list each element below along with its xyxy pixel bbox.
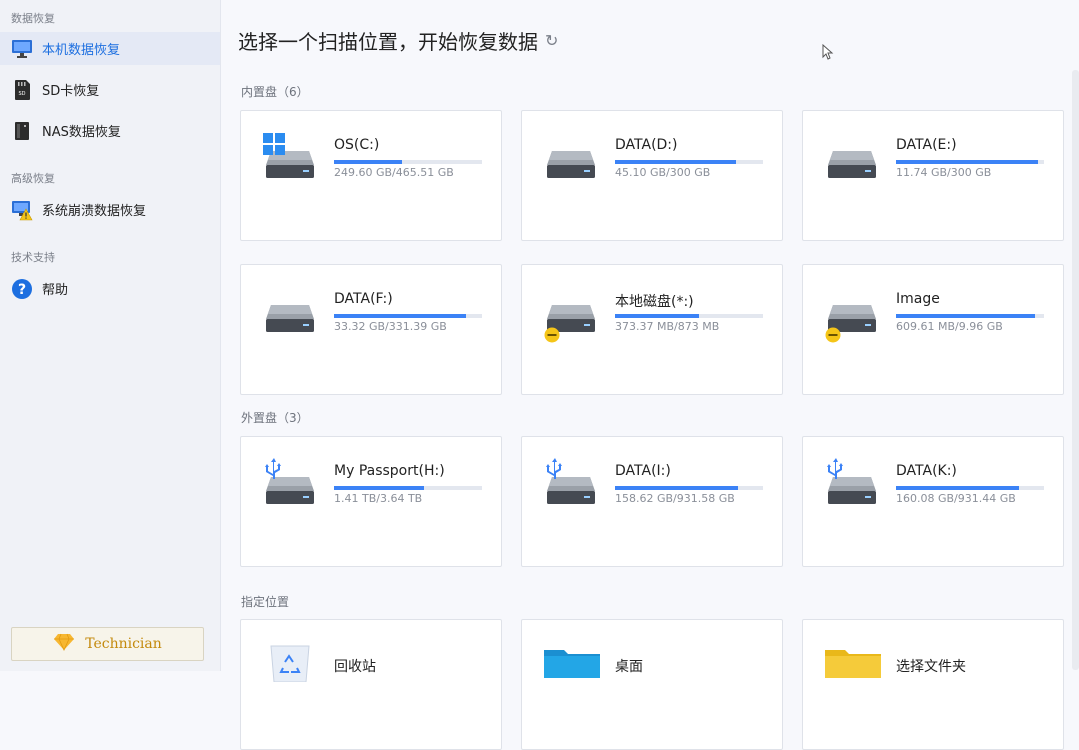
warning-badge-icon [825, 327, 841, 347]
usage-bar-fill [615, 160, 737, 164]
drive-card[interactable]: DATA(E:) 11.74 GB/300 GB [802, 110, 1064, 241]
sidebar-item-label: 帮助 [42, 283, 69, 298]
sidebar-item-crash-recovery[interactable]: 系统崩溃数据恢复 [0, 193, 220, 226]
drive-name: 本地磁盘(*:) [615, 294, 694, 310]
usage-bar [334, 314, 482, 318]
sidebar-item-label: SD卡恢复 [42, 84, 100, 99]
sidebar: 数据恢复 本机数据恢复 SD SD卡恢复 NAS数据恢复 高级恢复 系统崩溃数据… [0, 0, 221, 671]
hard-disk-icon [827, 149, 877, 183]
drive-card[interactable]: OS(C:) 249.60 GB/465.51 GB [240, 110, 502, 241]
usage-bar-fill [615, 314, 700, 318]
usage-bar [896, 160, 1044, 164]
scrollbar[interactable] [1072, 70, 1079, 670]
monitor-icon [11, 38, 33, 60]
drive-size: 373.37 MB/873 MB [615, 320, 720, 333]
sidebar-item-sd-recovery[interactable]: SD SD卡恢复 [0, 73, 220, 106]
drive-name: DATA(I:) [615, 463, 671, 479]
drive-name: DATA(K:) [896, 463, 957, 479]
usage-bar-fill [334, 160, 403, 164]
drive-name: My Passport(H:) [334, 463, 445, 479]
usage-bar-fill [896, 486, 1019, 490]
drive-card[interactable]: Image 609.61 MB/9.96 GB [802, 264, 1064, 395]
drive-card[interactable]: My Passport(H:) 1.41 TB/3.64 TB [240, 436, 502, 567]
usage-bar [896, 486, 1044, 490]
diamond-icon [53, 633, 75, 655]
location-name: 回收站 [334, 659, 376, 675]
section-label-data-recovery: 数据恢复 [11, 12, 55, 25]
section-label-advanced-recovery: 高级恢复 [11, 172, 55, 185]
nas-icon [11, 120, 33, 142]
usage-bar-fill [896, 160, 1039, 164]
usage-bar [615, 486, 763, 490]
location-card-recycle-bin[interactable]: 回收站 [240, 619, 502, 750]
drive-card[interactable]: DATA(D:) 45.10 GB/300 GB [521, 110, 783, 241]
drive-size: 158.62 GB/931.58 GB [615, 492, 735, 505]
sidebar-item-label: 本机数据恢复 [42, 43, 121, 58]
mouse-cursor-icon [822, 44, 834, 60]
group-label-external: 外置盘（3） [241, 411, 309, 425]
drive-name: DATA(D:) [615, 137, 678, 153]
location-card-select-folder[interactable]: 选择文件夹 [802, 619, 1064, 750]
page-title: 选择一个扫描位置，开始恢复数据 [238, 30, 538, 54]
page-title-row: 选择一个扫描位置，开始恢复数据 ↻ [238, 26, 558, 55]
drive-name: Image [896, 291, 940, 307]
section-label-tech-support: 技术支持 [11, 251, 55, 264]
drive-size: 160.08 GB/931.44 GB [896, 492, 1016, 505]
hard-disk-icon [546, 149, 596, 183]
sidebar-item-help[interactable]: ? 帮助 [0, 272, 220, 305]
usage-bar [896, 314, 1044, 318]
warning-badge-icon [544, 327, 560, 347]
svg-text:SD: SD [18, 91, 25, 97]
technician-label: Technician [85, 636, 162, 652]
help-icon: ? [11, 278, 33, 300]
usb-icon [544, 457, 566, 485]
usage-bar-fill [334, 486, 425, 490]
sd-card-icon: SD [11, 79, 33, 101]
drive-name: DATA(E:) [896, 137, 957, 153]
usb-icon [825, 457, 847, 485]
drive-size: 249.60 GB/465.51 GB [334, 166, 454, 179]
sidebar-item-label: 系统崩溃数据恢复 [42, 204, 147, 219]
drive-card[interactable]: DATA(K:) 160.08 GB/931.44 GB [802, 436, 1064, 567]
group-label-specific-location: 指定位置 [241, 595, 290, 609]
drive-name: OS(C:) [334, 137, 380, 153]
crashed-system-icon [11, 199, 33, 221]
svg-text:?: ? [18, 282, 26, 298]
sidebar-item-nas-recovery[interactable]: NAS数据恢复 [0, 114, 220, 147]
drive-card[interactable]: DATA(F:) 33.32 GB/331.39 GB [240, 264, 502, 395]
drive-card[interactable]: DATA(I:) 158.62 GB/931.58 GB [521, 436, 783, 567]
usb-icon [263, 457, 285, 485]
group-label-internal: 内置盘（6） [241, 85, 309, 99]
main-panel: 选择一个扫描位置，开始恢复数据 ↻ 内置盘（6） OS(C:) 249.60 G… [221, 0, 1079, 750]
usage-bar [615, 160, 763, 164]
refresh-icon[interactable]: ↻ [545, 31, 558, 50]
drive-size: 33.32 GB/331.39 GB [334, 320, 447, 333]
sidebar-item-label: NAS数据恢复 [42, 125, 121, 140]
location-card-desktop[interactable]: 桌面 [521, 619, 783, 750]
usage-bar-fill [615, 486, 738, 490]
usage-bar [334, 160, 482, 164]
location-name: 选择文件夹 [896, 659, 966, 675]
drive-card[interactable]: 本地磁盘(*:) 373.37 MB/873 MB [521, 264, 783, 395]
usage-bar [334, 486, 482, 490]
drive-size: 609.61 MB/9.96 GB [896, 320, 1003, 333]
drive-size: 11.74 GB/300 GB [896, 166, 992, 179]
location-name: 桌面 [615, 659, 643, 675]
usage-bar-fill [896, 314, 1036, 318]
desktop-folder-icon [544, 648, 600, 682]
technician-button[interactable]: Technician [11, 627, 204, 661]
drive-size: 1.41 TB/3.64 TB [334, 492, 423, 505]
hard-disk-icon [265, 303, 315, 337]
drive-name: DATA(F:) [334, 291, 393, 307]
windows-logo-icon [263, 133, 285, 159]
usage-bar [615, 314, 763, 318]
usage-bar-fill [334, 314, 466, 318]
drive-size: 45.10 GB/300 GB [615, 166, 711, 179]
folder-icon [825, 648, 881, 682]
sidebar-item-local-recovery[interactable]: 本机数据恢复 [0, 32, 220, 65]
recycle-bin-icon [267, 642, 313, 686]
